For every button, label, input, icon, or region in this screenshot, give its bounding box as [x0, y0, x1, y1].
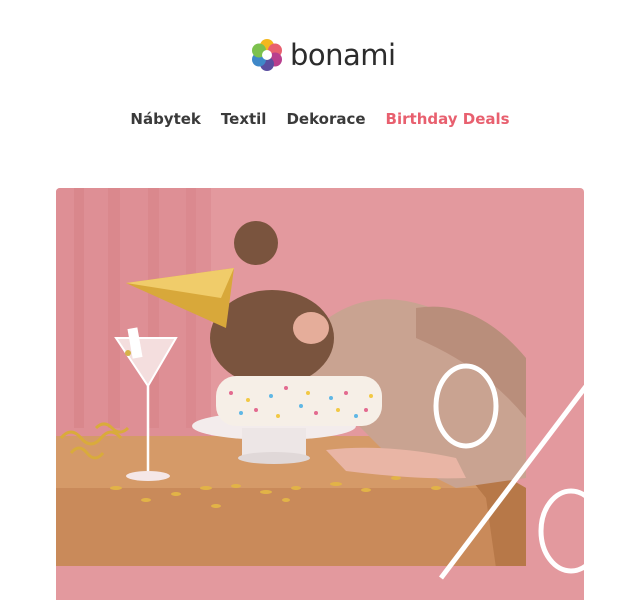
curtain-graphic [56, 188, 211, 448]
nav-item-nabytek[interactable]: Nábytek [130, 108, 201, 130]
hero-banner[interactable] [56, 188, 584, 600]
category-nav: Nábytek Textil Dekorace Birthday Deals [0, 108, 640, 130]
nav-item-textil[interactable]: Textil [221, 108, 267, 130]
hero-image [56, 188, 584, 600]
logo-wordmark: bonami [290, 38, 396, 72]
email-header: bonami Nábytek Textil Dekorace Birthday … [0, 0, 640, 180]
nav-item-dekorace[interactable]: Dekorace [286, 108, 365, 130]
nav-item-birthday-deals[interactable]: Birthday Deals [386, 108, 510, 130]
bonami-logo-link[interactable]: bonami [250, 38, 396, 72]
bonami-logo-icon [252, 39, 282, 71]
